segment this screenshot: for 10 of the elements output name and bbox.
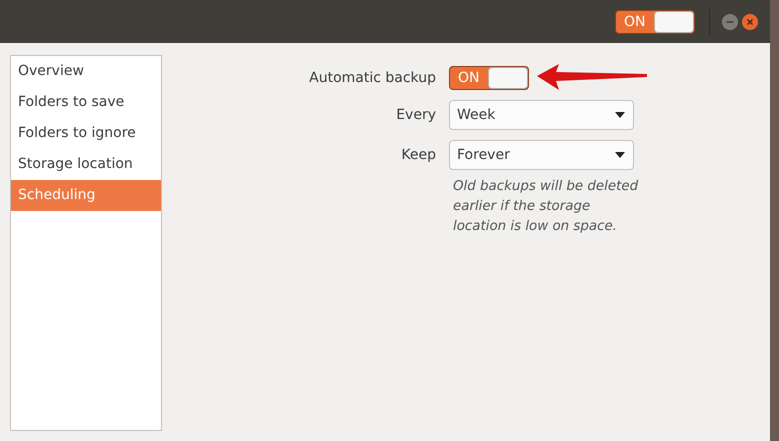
dropdown[interactable]: Forever <box>449 140 634 170</box>
sidebar-item[interactable]: Storage location <box>11 149 161 180</box>
field-label: Automatic backup <box>309 70 436 86</box>
field-label: Every <box>396 107 436 123</box>
hint-text: Old backups will be deleted earlier if the storage location is low on space. <box>452 178 640 236</box>
field-label: Keep <box>401 147 436 163</box>
sidebar-item[interactable]: Folders to ignore <box>11 118 161 149</box>
dropdown[interactable]: Week <box>449 100 634 130</box>
sidebar-item[interactable]: Folders to save <box>11 87 161 118</box>
sidebar-item[interactable]: Overview <box>11 56 161 87</box>
